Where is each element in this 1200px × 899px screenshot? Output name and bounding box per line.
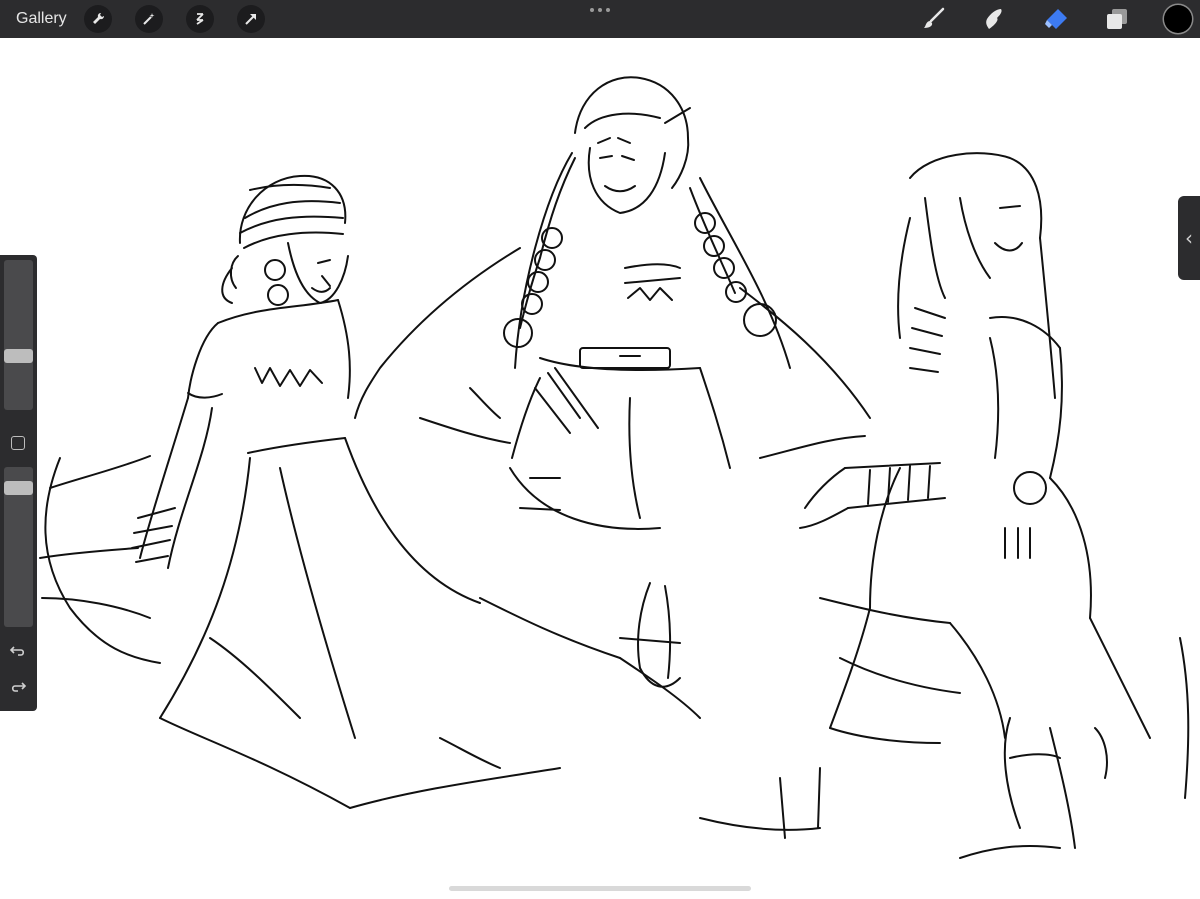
- drawing-canvas[interactable]: [0, 38, 1200, 899]
- center-figure-sketch: [354, 76, 871, 530]
- center-foot-sketch: [619, 582, 681, 688]
- redo-icon[interactable]: [9, 677, 27, 695]
- eraser-icon[interactable]: [1043, 6, 1069, 32]
- more-dots-icon[interactable]: [590, 5, 610, 15]
- selection-icon[interactable]: [186, 5, 214, 33]
- transform-arrow-icon[interactable]: [237, 5, 265, 33]
- color-picker-swatch[interactable]: [1164, 5, 1192, 33]
- chevron-left-icon: ‹: [1185, 226, 1193, 250]
- brush-size-slider[interactable]: [4, 260, 33, 410]
- modify-square-icon[interactable]: [11, 436, 25, 450]
- opacity-thumb[interactable]: [4, 481, 33, 495]
- undo-icon[interactable]: [9, 641, 27, 659]
- wrench-icon[interactable]: [84, 5, 112, 33]
- brush-icon[interactable]: [921, 6, 947, 32]
- layers-icon[interactable]: [1104, 6, 1130, 32]
- top-toolbar: Gallery: [0, 0, 1200, 38]
- magic-wand-icon[interactable]: [135, 5, 163, 33]
- sketch-artwork: [39, 76, 1190, 859]
- right-panel-tab[interactable]: ‹: [1178, 196, 1200, 280]
- home-indicator: [449, 886, 751, 891]
- gallery-button[interactable]: Gallery: [16, 10, 67, 28]
- right-figure-sketch: [699, 152, 1190, 859]
- left-figure-sketch: [39, 174, 701, 809]
- left-sidebar: [0, 255, 37, 711]
- brush-size-thumb[interactable]: [4, 349, 33, 363]
- smudge-icon[interactable]: [981, 6, 1007, 32]
